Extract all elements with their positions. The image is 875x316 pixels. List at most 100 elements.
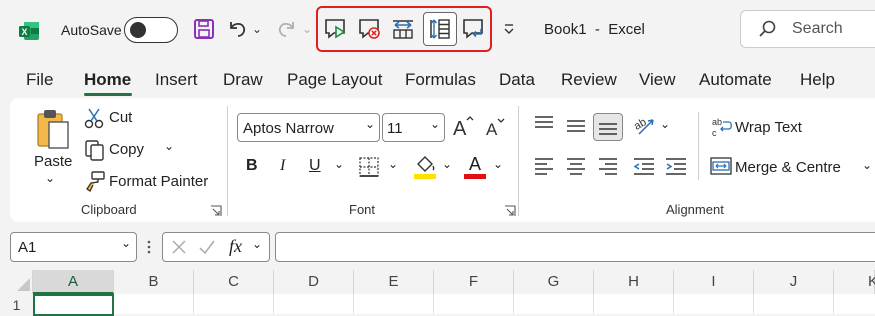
autosave-toggle[interactable] bbox=[124, 17, 178, 43]
paste-button[interactable]: Paste bbox=[34, 153, 72, 170]
name-box-dropdown-icon: ⌄ bbox=[120, 236, 131, 250]
name-box[interactable]: A1 ⌄ bbox=[10, 232, 137, 262]
cancel-entry-icon[interactable] bbox=[171, 239, 187, 260]
column-header-c[interactable]: C bbox=[194, 270, 274, 294]
font-color-button[interactable]: A bbox=[464, 154, 488, 180]
column-header-h[interactable]: H bbox=[594, 270, 674, 294]
align-left-icon[interactable] bbox=[533, 156, 555, 181]
format-painter-button[interactable]: Format Painter bbox=[109, 173, 208, 190]
bold-button[interactable]: B bbox=[246, 157, 258, 175]
customize-qat-icon[interactable] bbox=[502, 18, 516, 40]
formula-bar-grip-icon[interactable] bbox=[147, 239, 151, 255]
underline-button[interactable]: U bbox=[309, 157, 321, 175]
cut-button[interactable]: Cut bbox=[109, 109, 132, 126]
borders-icon[interactable] bbox=[358, 156, 380, 183]
font-separator bbox=[518, 106, 519, 216]
top-align-icon[interactable] bbox=[533, 115, 555, 138]
tab-automate[interactable]: Automate bbox=[699, 70, 772, 90]
align-right-icon[interactable] bbox=[597, 156, 619, 181]
search-box[interactable]: Search bbox=[740, 10, 875, 48]
tab-home[interactable]: Home bbox=[84, 70, 131, 90]
orientation-dropdown-icon[interactable]: ⌄ bbox=[660, 117, 670, 131]
column-header-e[interactable]: E bbox=[354, 270, 434, 294]
tab-page-layout[interactable]: Page Layout bbox=[287, 70, 382, 90]
column-header-f[interactable]: F bbox=[434, 270, 514, 294]
decrease-indent-icon[interactable] bbox=[632, 156, 656, 181]
fill-color-icon[interactable] bbox=[412, 154, 438, 185]
row-height-icon[interactable] bbox=[423, 12, 457, 46]
tab-view[interactable]: View bbox=[639, 70, 676, 90]
row-1-cells bbox=[114, 294, 875, 314]
column-header-i[interactable]: I bbox=[674, 270, 754, 294]
fx-dropdown-icon[interactable]: ⌄ bbox=[252, 237, 262, 251]
tab-formulas[interactable]: Formulas bbox=[405, 70, 476, 90]
merge-centre-dropdown-icon[interactable]: ⌄ bbox=[862, 158, 872, 172]
font-color-dropdown-icon[interactable]: ⌄ bbox=[493, 157, 503, 171]
svg-text:A: A bbox=[453, 118, 467, 138]
increase-font-size-icon[interactable]: A bbox=[452, 114, 476, 143]
column-header-g[interactable]: G bbox=[514, 270, 594, 294]
borders-dropdown-icon[interactable]: ⌄ bbox=[388, 157, 398, 171]
copy-icon[interactable] bbox=[84, 139, 106, 166]
middle-align-icon[interactable] bbox=[565, 117, 587, 140]
wrap-text-button[interactable]: Wrap Text bbox=[735, 119, 802, 136]
svg-text:X: X bbox=[21, 27, 27, 37]
redo-dropdown-icon[interactable]: ⌄ bbox=[302, 22, 312, 36]
cell-a1[interactable] bbox=[33, 294, 114, 316]
tab-help[interactable]: Help bbox=[800, 70, 835, 90]
confirm-entry-icon[interactable] bbox=[198, 239, 216, 260]
comment-play-icon[interactable] bbox=[320, 14, 350, 44]
font-name-select[interactable]: Aptos Narrow ⌄ bbox=[237, 113, 380, 142]
save-icon[interactable] bbox=[189, 14, 219, 44]
tab-draw[interactable]: Draw bbox=[223, 70, 263, 90]
fill-color-dropdown-icon[interactable]: ⌄ bbox=[442, 157, 452, 171]
clipboard-launcher-icon[interactable] bbox=[210, 204, 222, 222]
column-header-j[interactable]: J bbox=[754, 270, 834, 294]
copy-button[interactable]: Copy bbox=[109, 141, 144, 158]
comment-cancel-icon[interactable] bbox=[354, 14, 384, 44]
copy-dropdown-icon[interactable]: ⌄ bbox=[164, 139, 174, 153]
increase-indent-icon[interactable] bbox=[664, 156, 688, 181]
paste-dropdown-icon[interactable]: ⌄ bbox=[45, 171, 55, 185]
font-name-value: Aptos Narrow bbox=[243, 120, 334, 137]
tab-file[interactable]: File bbox=[26, 70, 53, 90]
column-header-d[interactable]: D bbox=[274, 270, 354, 294]
font-launcher-icon[interactable] bbox=[504, 204, 516, 222]
tab-data[interactable]: Data bbox=[499, 70, 535, 90]
column-header-a[interactable]: A bbox=[33, 270, 114, 294]
toggle-knob bbox=[130, 22, 146, 38]
clipboard-separator bbox=[227, 106, 228, 216]
decrease-font-size-icon[interactable]: A bbox=[485, 116, 509, 145]
formula-tools: fx ⌄ bbox=[162, 232, 270, 262]
column-header-b[interactable]: B bbox=[114, 270, 194, 294]
undo-dropdown-icon[interactable]: ⌄ bbox=[252, 22, 262, 36]
column-width-icon[interactable] bbox=[388, 14, 418, 44]
tab-insert[interactable]: Insert bbox=[155, 70, 198, 90]
search-icon bbox=[757, 19, 777, 44]
insert-function-button[interactable]: fx bbox=[229, 236, 242, 257]
redo-icon[interactable] bbox=[272, 14, 302, 44]
svg-text:ab: ab bbox=[712, 117, 722, 127]
bottom-align-icon[interactable] bbox=[593, 113, 623, 141]
row-header-1[interactable]: 1 bbox=[0, 294, 33, 314]
merge-centre-icon[interactable] bbox=[710, 156, 732, 181]
underline-dropdown-icon[interactable]: ⌄ bbox=[334, 157, 344, 171]
column-header-k[interactable]: K bbox=[834, 270, 875, 294]
font-name-dropdown-icon: ⌄ bbox=[364, 117, 375, 131]
autosave-label: AutoSave bbox=[61, 22, 122, 38]
comment-reply-icon[interactable] bbox=[458, 14, 488, 44]
align-center-icon[interactable] bbox=[565, 156, 587, 181]
tab-review[interactable]: Review bbox=[561, 70, 617, 90]
format-painter-icon[interactable] bbox=[84, 170, 106, 197]
select-all-corner[interactable] bbox=[0, 270, 33, 294]
italic-button[interactable]: I bbox=[280, 157, 285, 175]
undo-icon[interactable] bbox=[222, 14, 252, 44]
font-size-select[interactable]: 11 ⌄ bbox=[382, 113, 445, 142]
merge-centre-button[interactable]: Merge & Centre bbox=[735, 159, 841, 176]
wrap-text-icon[interactable]: ab c bbox=[711, 116, 733, 143]
formula-input[interactable] bbox=[275, 232, 875, 262]
orientation-icon[interactable]: ab bbox=[632, 114, 657, 143]
cut-icon[interactable] bbox=[84, 107, 104, 134]
paste-icon[interactable] bbox=[34, 108, 72, 150]
alignment-group-label: Alignment bbox=[666, 202, 724, 217]
